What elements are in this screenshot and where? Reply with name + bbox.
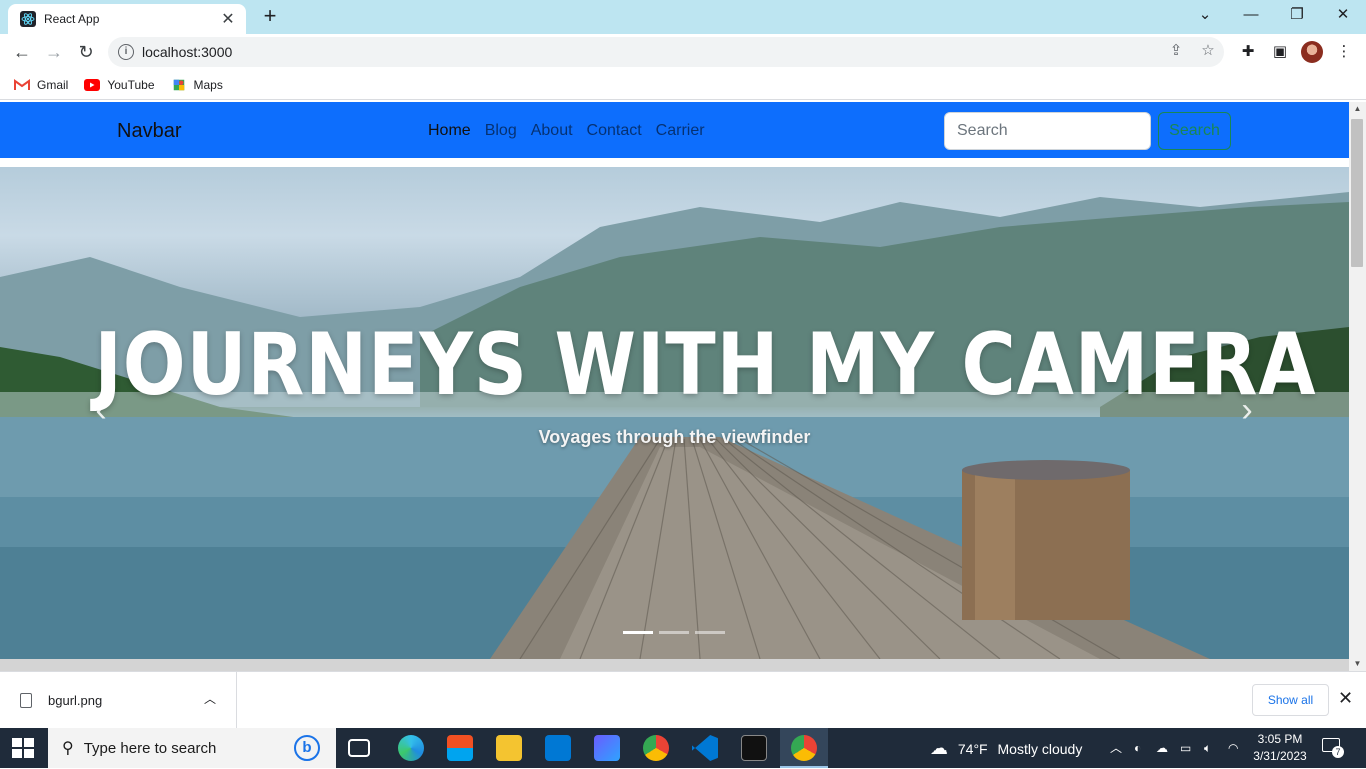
site-navbar: Navbar Home Blog About Contact Carrier S… bbox=[0, 102, 1349, 158]
profile-avatar[interactable] bbox=[1301, 41, 1323, 63]
vscode-icon[interactable] bbox=[692, 735, 718, 761]
chrome-icon[interactable] bbox=[643, 735, 669, 761]
nav-link-home[interactable]: Home bbox=[428, 122, 471, 140]
weather-desc: Mostly cloudy bbox=[997, 741, 1083, 757]
bookmarks-bar: Gmail YouTube Maps bbox=[0, 70, 1366, 100]
bookmark-label: Gmail bbox=[37, 77, 69, 92]
page-scrollbar[interactable]: ▲ ▼ bbox=[1349, 102, 1366, 671]
restore-icon[interactable]: ❐ bbox=[1274, 4, 1320, 28]
windows-start-icon[interactable] bbox=[12, 738, 34, 758]
close-icon[interactable]: ✕ bbox=[1338, 688, 1353, 709]
windows-taskbar: ⚲ Type here to search b ☁ 74°F Mostly cl… bbox=[0, 728, 1366, 768]
tab-strip: React App ✕ + ⌄ — ❐ ✕ bbox=[0, 0, 1366, 34]
bing-icon[interactable]: b bbox=[294, 735, 320, 761]
bookmark-label: Maps bbox=[193, 77, 223, 92]
forward-icon[interactable]: → bbox=[42, 40, 66, 64]
site-search-input[interactable]: Search bbox=[944, 112, 1151, 150]
back-icon[interactable]: ← bbox=[10, 40, 34, 64]
clock-date: 3/31/2023 bbox=[1253, 749, 1307, 763]
battery-icon[interactable]: ▭ bbox=[1180, 728, 1191, 768]
close-window-icon[interactable]: ✕ bbox=[1320, 4, 1366, 28]
mail-icon[interactable] bbox=[545, 735, 571, 761]
address-bar[interactable]: i localhost:3000 bbox=[108, 37, 1224, 67]
onedrive-icon[interactable]: ☁ bbox=[1156, 728, 1168, 768]
side-panel-icon[interactable]: ▣ bbox=[1270, 42, 1290, 62]
download-filename: bgurl.png bbox=[48, 693, 103, 708]
download-item[interactable]: bgurl.png bbox=[0, 672, 237, 729]
carousel-indicator-2[interactable] bbox=[659, 631, 689, 634]
weather-temp: 74°F bbox=[957, 741, 988, 757]
bookmark-maps[interactable]: Maps bbox=[171, 78, 223, 92]
hero-title: JOURNEYS WITH MY CAMERA bbox=[94, 315, 1317, 415]
taskbar-search-placeholder: Type here to search bbox=[83, 739, 217, 757]
carousel-next-icon[interactable]: › bbox=[1232, 393, 1262, 427]
site-info-icon[interactable]: i bbox=[118, 44, 134, 60]
scroll-up-icon[interactable]: ▲ bbox=[1349, 102, 1366, 116]
carousel-indicators bbox=[623, 631, 731, 634]
terminal-icon[interactable] bbox=[741, 735, 767, 761]
notification-count: 7 bbox=[1332, 746, 1344, 758]
hero-subtitle: Voyages through the viewfinder bbox=[538, 427, 811, 447]
weather-widget[interactable]: ☁ 74°F Mostly cloudy bbox=[930, 728, 1082, 768]
tray-chevron-icon[interactable]: ︿ bbox=[1110, 728, 1122, 768]
gmail-icon bbox=[14, 78, 30, 90]
tab-search-chevron-icon[interactable]: ⌄ bbox=[1182, 4, 1228, 28]
file-icon bbox=[20, 693, 32, 708]
nav-link-about[interactable]: About bbox=[531, 122, 573, 140]
cloud-icon: ☁ bbox=[930, 738, 948, 758]
bookmark-gmail[interactable]: Gmail bbox=[14, 78, 68, 92]
nav-links: Home Blog About Contact Carrier bbox=[428, 122, 719, 140]
extensions-icon[interactable]: ✚ bbox=[1238, 42, 1258, 62]
volume-icon[interactable]: 🔈︎ bbox=[1204, 728, 1211, 768]
site-search-button[interactable]: Search bbox=[1158, 112, 1231, 150]
youtube-icon bbox=[84, 78, 101, 91]
nav-link-blog[interactable]: Blog bbox=[485, 122, 517, 140]
tab-title: React App bbox=[44, 12, 100, 26]
nav-link-carrier[interactable]: Carrier bbox=[656, 122, 705, 140]
clock-time: 3:05 PM bbox=[1257, 732, 1303, 746]
tab-close-icon[interactable]: ✕ bbox=[218, 9, 238, 29]
page-viewport: Navbar Home Blog About Contact Carrier S… bbox=[0, 102, 1349, 671]
clock[interactable]: 3:05 PM 3/31/2023 bbox=[1250, 731, 1310, 765]
download-shelf: bgurl.png ︿ Show all ✕ bbox=[0, 671, 1366, 729]
bookmark-youtube[interactable]: YouTube bbox=[84, 77, 155, 92]
tray-camera-icon[interactable]: ◐ bbox=[1134, 728, 1141, 768]
url-text: localhost:3000 bbox=[142, 44, 233, 60]
chrome-active-icon[interactable] bbox=[791, 735, 817, 761]
navbar-brand[interactable]: Navbar bbox=[117, 120, 181, 143]
file-explorer-icon[interactable] bbox=[496, 735, 522, 761]
notification-icon[interactable]: 7 bbox=[1322, 738, 1344, 758]
scroll-thumb[interactable] bbox=[1351, 119, 1363, 267]
react-icon bbox=[20, 11, 36, 27]
hero-carousel: JOURNEYS WITH MY CAMERA Voyages through … bbox=[0, 167, 1349, 659]
maps-icon bbox=[173, 79, 184, 90]
carousel-prev-icon[interactable]: ‹ bbox=[86, 393, 116, 427]
wifi-icon[interactable]: ◠ bbox=[1228, 728, 1238, 768]
taskbar-search[interactable]: ⚲ Type here to search b bbox=[48, 728, 336, 768]
new-tab-icon[interactable]: + bbox=[258, 5, 282, 29]
minimize-icon[interactable]: — bbox=[1228, 4, 1274, 28]
page-below-fold bbox=[0, 659, 1349, 671]
browser-toolbar: ← → ↻ i localhost:3000 ⇪ ☆ ✚ ▣ ⋮ bbox=[0, 34, 1366, 70]
share-icon[interactable]: ⇪ bbox=[1166, 41, 1186, 61]
search-icon: ⚲ bbox=[62, 740, 74, 757]
edge-icon[interactable] bbox=[398, 735, 424, 761]
reload-icon[interactable]: ↻ bbox=[74, 40, 98, 64]
nav-link-contact[interactable]: Contact bbox=[587, 122, 642, 140]
scroll-down-icon[interactable]: ▼ bbox=[1349, 657, 1366, 671]
bookmark-star-icon[interactable]: ☆ bbox=[1198, 41, 1218, 61]
chevron-up-icon[interactable]: ︿ bbox=[204, 690, 216, 707]
show-all-button[interactable]: Show all bbox=[1252, 684, 1329, 716]
carousel-indicator-1[interactable] bbox=[623, 631, 653, 634]
store-icon[interactable] bbox=[447, 735, 473, 761]
task-view-icon[interactable] bbox=[348, 739, 370, 757]
browser-tab[interactable]: React App ✕ bbox=[8, 4, 246, 34]
carousel-indicator-3[interactable] bbox=[695, 631, 725, 634]
bookmark-label: YouTube bbox=[107, 77, 155, 92]
menu-kebab-icon[interactable]: ⋮ bbox=[1334, 42, 1354, 62]
copilot-icon[interactable] bbox=[594, 735, 620, 761]
